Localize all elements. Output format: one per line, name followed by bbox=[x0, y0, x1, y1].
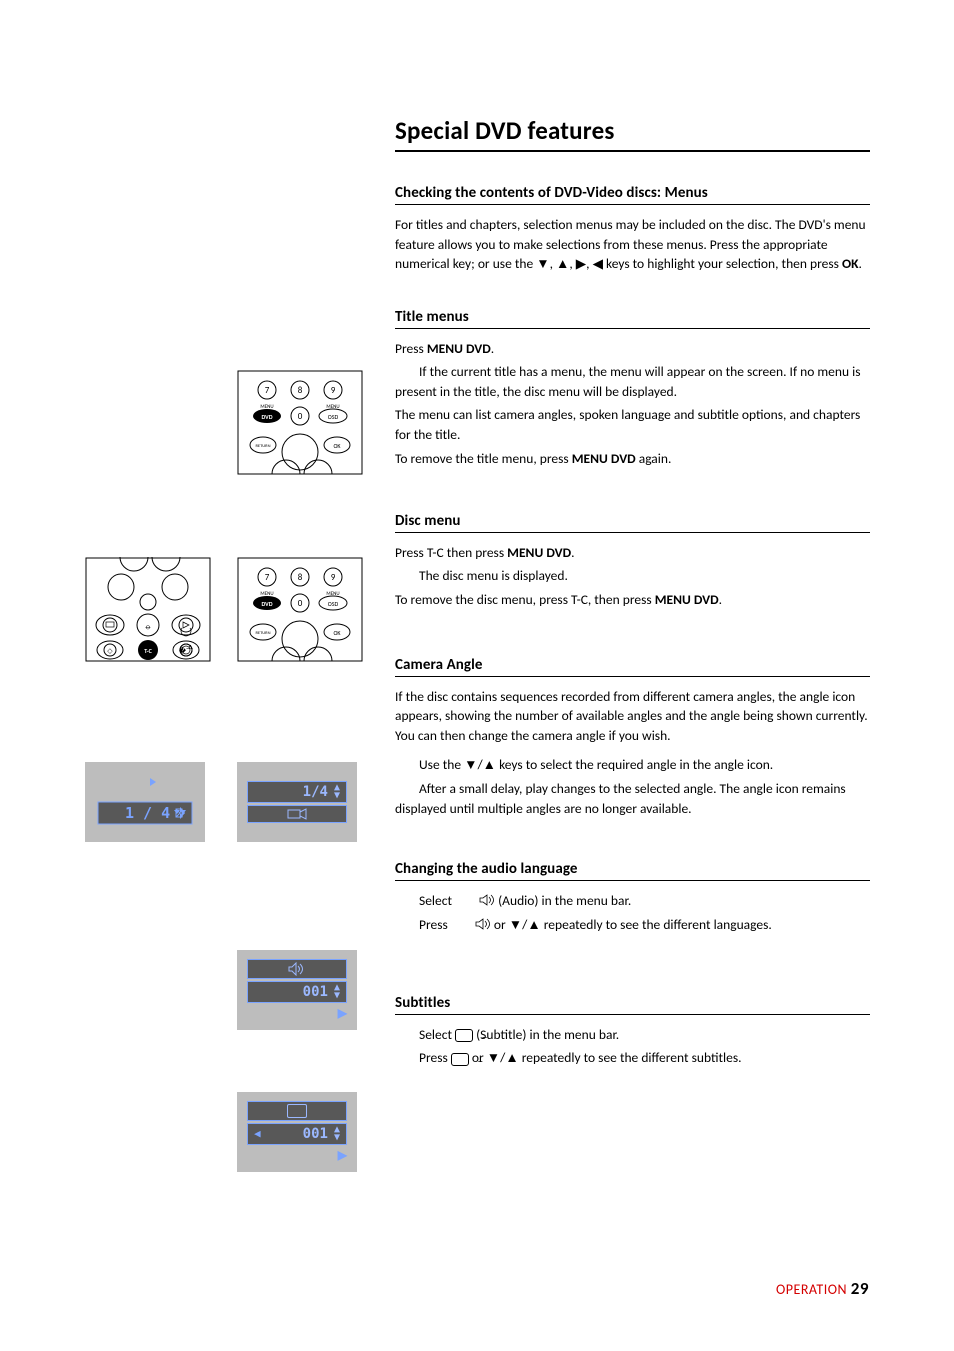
menu-osd-btn: OSD bbox=[328, 413, 339, 421]
camera-osd-big-value: 1 / 4 bbox=[125, 804, 170, 822]
au-l1b: (Audio) in the menu bar. bbox=[498, 892, 631, 909]
tm-l4a: To remove the title menu, press bbox=[395, 450, 572, 467]
speaker-icon bbox=[455, 892, 495, 912]
page-title: Special DVD features bbox=[395, 115, 870, 146]
tm-l2: If the current title has a menu, the men… bbox=[395, 362, 870, 401]
subtitle-icon bbox=[287, 1104, 307, 1118]
up-down-icon: ▲▼ bbox=[334, 784, 340, 800]
page-footer: OPERATION 29 bbox=[776, 1278, 869, 1299]
sub-l1b: (Subtitle) in the menu bar. bbox=[476, 1026, 619, 1043]
footer-label: OPERATION bbox=[776, 1281, 847, 1298]
svg-text:9: 9 bbox=[331, 572, 336, 583]
subtitle-osd-value: 001 bbox=[303, 1126, 328, 1142]
ca-l1: Use the ▼/▲ keys to select the required … bbox=[395, 755, 870, 775]
subtitle-icon bbox=[451, 1053, 469, 1066]
heading-title-menus: Title menus bbox=[395, 308, 870, 329]
heading-disc-menu: Disc menu bbox=[395, 512, 870, 533]
title-menus-body: Press MENU DVD. If the current title has… bbox=[395, 339, 870, 468]
return-btn: RETURN bbox=[255, 444, 270, 449]
tm-l1b: MENU DVD bbox=[427, 340, 491, 357]
svg-text:OSD: OSD bbox=[328, 600, 339, 608]
checking-ok: OK bbox=[842, 255, 859, 272]
up-down-icon: ▲▼ bbox=[334, 984, 340, 1000]
heading-checking-contents: Checking the contents of DVD-Video discs… bbox=[395, 184, 870, 205]
dm-l1b: MENU DVD bbox=[507, 544, 571, 561]
heading-subtitles: Subtitles bbox=[395, 994, 870, 1015]
ca-p1: If the disc contains sequences recorded … bbox=[395, 687, 870, 746]
menu-dvd-btn: DVD bbox=[261, 413, 272, 421]
play-icon: ▶ bbox=[338, 1007, 347, 1021]
svg-text:DVD: DVD bbox=[261, 600, 272, 608]
audio-body: Select (Audio) in the menu bar. Press or… bbox=[395, 891, 870, 936]
tm-l1a: Press bbox=[395, 340, 427, 357]
speaker-icon bbox=[451, 916, 491, 936]
camera-osd-small-value: 1/4 bbox=[303, 784, 328, 800]
subtitles-body: Select (Subtitle) in the menu bar. Press… bbox=[395, 1025, 870, 1068]
play-icon: ▶ bbox=[338, 1149, 347, 1163]
au-l1a: Select bbox=[419, 892, 455, 909]
checking-p1a: For titles and chapters, selection menus… bbox=[395, 216, 866, 272]
dm-l3b: MENU DVD bbox=[655, 591, 719, 608]
figure-subtitle-osd: ◀ 001 ▲▼ ▶ bbox=[237, 1092, 357, 1172]
sub-l1a: Select bbox=[419, 1026, 455, 1043]
au-l2b: or ▼/▲ repeatedly to see the different l… bbox=[494, 916, 772, 933]
ca-l2: After a small delay, play changes to the… bbox=[395, 779, 870, 818]
tc-btn: T-C bbox=[144, 647, 152, 655]
left-arrow-icon: ◀ bbox=[254, 1127, 261, 1140]
heading-camera-angle: Camera Angle bbox=[395, 656, 870, 677]
camera-icon bbox=[287, 808, 307, 820]
svg-text:7: 7 bbox=[265, 572, 270, 583]
figure-remote-tc: ⦵ ◇ T-C �亠 bbox=[85, 557, 211, 667]
figure-camera-osd-small: 1/4 ▲▼ bbox=[237, 762, 357, 842]
figure-audio-osd: 001 ▲▼ ▶ bbox=[237, 950, 357, 1030]
audio-osd-value: 001 bbox=[303, 984, 328, 1000]
svg-text:◇: ◇ bbox=[107, 646, 113, 655]
footer-page-number: 29 bbox=[851, 1278, 869, 1299]
speaker-icon bbox=[288, 962, 306, 976]
figure-remote-1: 7 8 9 MENU DVD 0 MENU OSD RETURN OK bbox=[237, 370, 363, 480]
svg-text:RETURN: RETURN bbox=[255, 631, 270, 636]
dm-l1a: Press T-C then press bbox=[395, 544, 507, 561]
figure-remote-1b: 7 8 9 MENU DVD 0 MENU OSD RETURN OK bbox=[237, 557, 363, 667]
tm-l4b: MENU DVD bbox=[572, 450, 636, 467]
num-9: 9 bbox=[331, 385, 336, 396]
heading-audio-language: Changing the audio language bbox=[395, 860, 870, 881]
dm-l3c: . bbox=[719, 591, 722, 608]
au-l2a: Press bbox=[419, 916, 451, 933]
title-rule bbox=[395, 150, 870, 152]
camera-body: If the disc contains sequences recorded … bbox=[395, 687, 870, 818]
svg-text:8: 8 bbox=[298, 572, 303, 583]
figure-camera-osd-large: 1 / 4 bbox=[85, 762, 205, 842]
tm-l4c: again. bbox=[636, 450, 672, 467]
tm-l1c: . bbox=[491, 340, 494, 357]
dm-l2: The disc menu is displayed. bbox=[395, 566, 870, 586]
num-8: 8 bbox=[298, 385, 303, 396]
checking-body: For titles and chapters, selection menus… bbox=[395, 215, 870, 274]
num-0: 0 bbox=[298, 411, 303, 422]
up-down-icon: ▲▼ bbox=[334, 1126, 340, 1142]
svg-text:⦵: ⦵ bbox=[144, 621, 152, 632]
sub-l2b: or ▼/▲ repeatedly to see the different s… bbox=[472, 1049, 742, 1066]
ok-btn: OK bbox=[333, 442, 341, 450]
disc-menu-body: Press T-C then press MENU DVD. The disc … bbox=[395, 543, 870, 610]
num-7: 7 bbox=[265, 385, 270, 396]
tm-l3: The menu can list camera angles, spoken … bbox=[395, 405, 870, 444]
sub-l2a: Press bbox=[419, 1049, 451, 1066]
dm-l1c: . bbox=[571, 544, 574, 561]
checking-p1c: . bbox=[859, 255, 862, 272]
svg-text:OK: OK bbox=[333, 629, 341, 637]
dm-l3a: To remove the disc menu, press T-C, then… bbox=[395, 591, 655, 608]
subtitle-icon bbox=[455, 1029, 473, 1042]
svg-text:0: 0 bbox=[298, 598, 303, 609]
